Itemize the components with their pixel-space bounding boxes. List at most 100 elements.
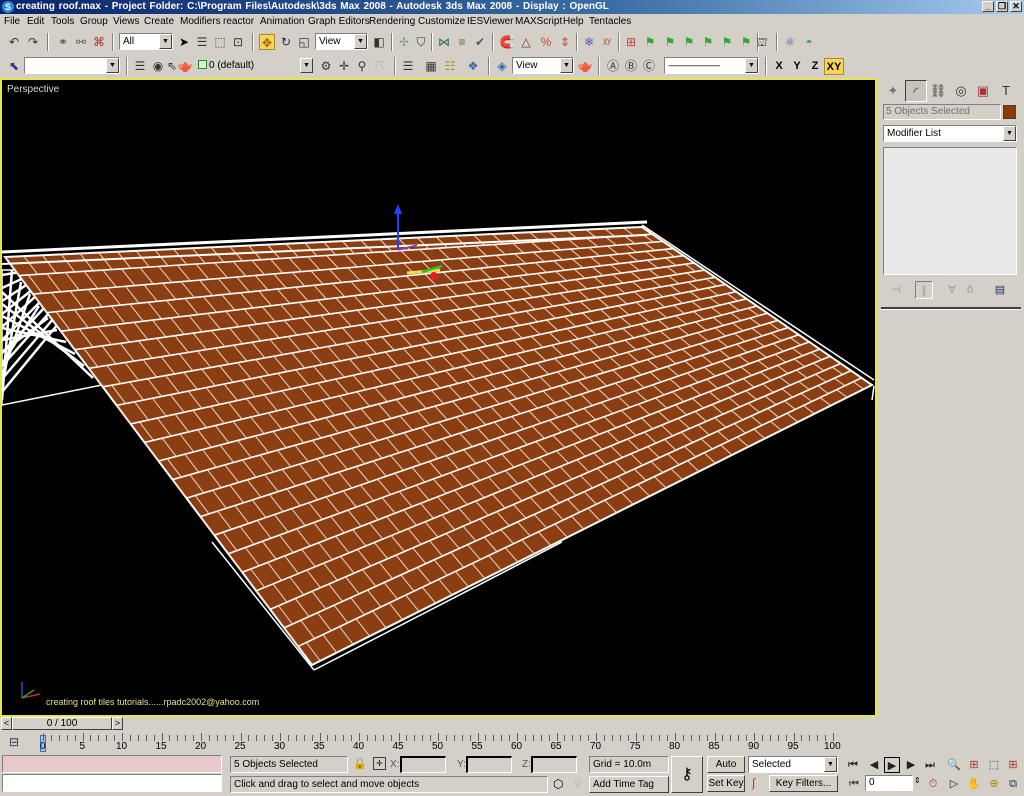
time-slider-next[interactable]: > (112, 717, 123, 730)
menu-maxscript[interactable]: MAXScript (515, 16, 562, 28)
axis-y-button[interactable]: Y (788, 58, 806, 75)
axis-xy-button[interactable]: XY (824, 58, 844, 75)
angle-snap-icon[interactable]: △ (518, 34, 534, 50)
mirror-xy-icon[interactable]: ᵡʸ (599, 34, 615, 50)
menu-iesviewer[interactable]: IESViewer (467, 16, 514, 28)
render-frame-icon[interactable]: ⚑ (738, 34, 754, 50)
select-and-move-icon[interactable]: ✥ (259, 34, 275, 50)
menu-help[interactable]: Help (563, 16, 584, 28)
material-editor2-icon[interactable]: ❖ (465, 58, 481, 74)
create-tab-icon[interactable]: ✦ (882, 80, 904, 102)
layer-manager2-icon[interactable]: ☰ (400, 58, 416, 74)
set-key-button[interactable]: Set Key (707, 775, 745, 792)
menu-tools[interactable]: Tools (51, 16, 74, 28)
menu-edit[interactable]: Edit (27, 16, 44, 28)
render-preset-dropdown[interactable]: ------------------------------- ▼ (664, 57, 759, 74)
auto-key-button[interactable]: Auto Key (707, 756, 745, 785)
layer-manager-icon[interactable]: ⊞ (623, 34, 639, 50)
rectangular-selection-icon[interactable]: ⬚ (212, 34, 228, 50)
key-filters-button[interactable]: Key Filters... (769, 775, 838, 792)
unlink-selection-icon[interactable]: ⚯ (73, 34, 89, 50)
menu-reactor[interactable]: reactor (223, 16, 254, 28)
show-end-result-icon[interactable]: ∥ (915, 281, 933, 299)
select-layer-objects-icon[interactable]: ⚲ (354, 58, 370, 74)
quick-render-teapot-icon[interactable]: 🫖 (577, 58, 593, 74)
zoom-extents-icon[interactable]: ⬚ (986, 757, 1002, 773)
previous-frame-icon[interactable]: ◀ (866, 757, 882, 773)
key-mode-dropdown[interactable]: Selected ▼ (748, 756, 838, 773)
axis-z-button[interactable]: Z (806, 58, 824, 75)
maxscript-listener-mini[interactable] (2, 755, 222, 773)
modify-tab-icon[interactable]: ◜ (905, 80, 927, 102)
create-layer-icon[interactable]: ⚙ (318, 58, 334, 74)
remove-modifier-icon[interactable]: ô (961, 281, 979, 299)
reference-coord-dropdown[interactable]: View ▼ (315, 33, 368, 50)
menu-customize[interactable]: Customize (418, 16, 465, 28)
schematic-icon[interactable]: ☷ (442, 58, 458, 74)
menu-animation[interactable]: Animation (260, 16, 304, 28)
set-key-big-button[interactable]: ⚷ (671, 756, 703, 793)
render-scene-icon[interactable]: ◈ (494, 58, 510, 74)
zoom-extents-all-icon[interactable]: ⊞ (1005, 757, 1021, 773)
menu-modifiers[interactable]: Modifiers (180, 16, 221, 28)
configure-modifier-sets-icon[interactable]: ▤ (991, 281, 1009, 299)
z-coordinate-field[interactable] (531, 756, 577, 773)
redo-icon[interactable]: ↷ (25, 34, 41, 50)
adaptive-degradation-icon[interactable]: ⬡ (553, 777, 563, 791)
key-mode-toggle-icon[interactable]: ⏮ (846, 776, 862, 792)
selection-lock-icon[interactable]: 🔒 (353, 757, 367, 770)
frame-spinner-icon[interactable]: ⇕ (914, 776, 921, 785)
menu-views[interactable]: Views (113, 16, 140, 28)
layer-dropdown[interactable]: 0 (default) ▼ (194, 57, 314, 74)
default-in-out-tangents-icon[interactable]: ∫ (752, 776, 755, 790)
menu-tentacles[interactable]: Tentacles (589, 16, 631, 28)
time-configuration-icon[interactable]: ⏱ (925, 776, 941, 792)
select-and-scale-icon[interactable]: ◱ (296, 34, 312, 50)
make-unique-icon[interactable]: ∀ (943, 281, 961, 299)
axis-x-button[interactable]: X (770, 58, 788, 75)
pivot-center-icon[interactable]: ◧ (371, 34, 387, 50)
undo-icon[interactable]: ↶ (6, 34, 22, 50)
render-preset-a-icon[interactable]: Ⓐ (605, 58, 621, 74)
field-of-view-icon[interactable]: ▷ (946, 776, 962, 792)
dope-sheet-icon[interactable]: ⚑ (662, 34, 678, 50)
named-selection-icon[interactable]: ✔ (472, 34, 488, 50)
object-name-field[interactable]: 5 Objects Selected (883, 104, 1001, 120)
material-editor-icon[interactable]: ⚑ (700, 34, 716, 50)
mirror-icon[interactable]: ⋈ (436, 34, 452, 50)
select-and-rotate-icon[interactable]: ↻ (278, 34, 294, 50)
render-view-dropdown[interactable]: View ▼ (512, 57, 574, 74)
current-frame-field[interactable]: 0 (865, 775, 913, 791)
render-preset-b-icon[interactable]: Ⓑ (623, 58, 639, 74)
menu-graph-editors[interactable]: Graph Editors (308, 16, 370, 28)
absolute-mode-icon[interactable]: ✛ (373, 757, 386, 770)
viewport-label[interactable]: Perspective (7, 84, 59, 95)
render-teapot-icon[interactable]: 🫖 (177, 58, 193, 74)
go-to-start-icon[interactable]: ⏮ (845, 757, 861, 773)
restore-button[interactable]: ❐ (996, 1, 1008, 12)
app-icon[interactable]: S (2, 1, 14, 13)
close-button[interactable]: ✕ (1010, 1, 1022, 12)
named-selection-dropdown[interactable]: ▼ (24, 57, 120, 74)
edit-named-selections-icon[interactable]: ❄ (581, 34, 597, 50)
y-coordinate-field[interactable] (466, 756, 512, 773)
motion-tab-icon[interactable]: ◎ (950, 80, 972, 102)
track-view-icon[interactable]: ▦ (423, 58, 439, 74)
x-coordinate-field[interactable] (400, 756, 446, 773)
keyboard-override-icon[interactable]: ⛉ (413, 34, 429, 50)
go-to-end-icon[interactable]: ⏭ (922, 757, 938, 773)
select-and-manipulate-icon[interactable]: ✢ (396, 34, 412, 50)
select-by-name-icon[interactable]: ☰ (194, 34, 210, 50)
quick-render-icon[interactable]: ⛫ (754, 34, 770, 50)
zoom-all-icon[interactable]: ⊞ (966, 757, 982, 773)
render-preset-c-icon[interactable]: Ⓒ (641, 58, 657, 74)
spinner-snap-icon[interactable]: ⇕ (557, 34, 573, 50)
maximize-viewport-icon[interactable]: ⧉ (1005, 776, 1021, 792)
menu-rendering[interactable]: Rendering (369, 16, 415, 28)
window-crossing-icon[interactable]: ⊡ (230, 34, 246, 50)
selection-filter-dropdown[interactable]: All ▼ (119, 33, 173, 50)
menu-group[interactable]: Group (80, 16, 108, 28)
arc-rotate-icon[interactable]: ⊕ (986, 776, 1002, 792)
pan-hand-icon[interactable]: ✋ (966, 776, 982, 792)
modifier-list-dropdown[interactable]: Modifier List ▼ (883, 125, 1017, 142)
